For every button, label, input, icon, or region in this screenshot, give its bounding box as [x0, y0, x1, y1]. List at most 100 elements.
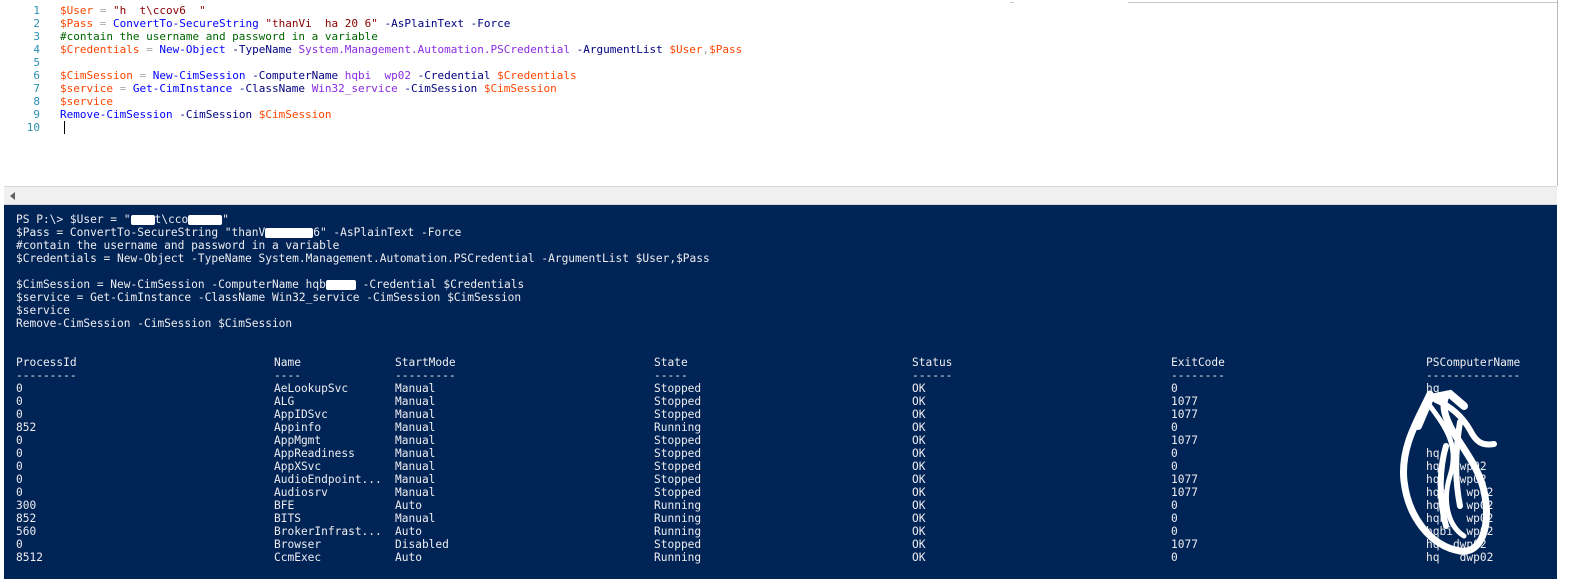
table-header-cell: PSComputerName [1426, 356, 1521, 369]
table-cell: Manual [395, 382, 436, 395]
line-number: 10 [26, 121, 40, 134]
redaction-mark [130, 215, 155, 225]
table-cell: OK [912, 538, 926, 551]
console-echo-line: Remove-CimSession -CimSession $CimSessio… [16, 317, 293, 330]
table-cell: CcmExec [274, 551, 322, 564]
redaction-mark [325, 280, 356, 290]
table-cell: 0 [1171, 447, 1178, 460]
table-cell: Running [654, 525, 702, 538]
table-cell: 8512 [16, 551, 43, 564]
table-cell: Stopped [654, 408, 702, 421]
table-cell: 0 [16, 434, 23, 447]
table-cell: 0 [16, 486, 23, 499]
table-cell: OK [912, 525, 926, 538]
line-number: 9 [33, 108, 40, 121]
table-cell: Manual [395, 395, 436, 408]
scroll-left-arrow-icon[interactable] [4, 187, 21, 204]
line-number: 6 [33, 69, 40, 82]
table-header-cell: Status [912, 356, 953, 369]
table-cell: Auto [395, 525, 422, 538]
table-cell: 1077 [1171, 395, 1198, 408]
table-cell: Browser [274, 538, 322, 551]
table-header-cell: ExitCode [1171, 356, 1225, 369]
table-cell: 0 [16, 473, 23, 486]
table-cell: OK [912, 460, 926, 473]
table-cell: Audiosrv [274, 486, 328, 499]
table-cell: Stopped [654, 538, 702, 551]
table-header-underline: ----- [654, 369, 688, 382]
editor-border [1128, 2, 1557, 3]
line-number: 3 [33, 30, 40, 43]
table-cell: 0 [16, 447, 23, 460]
table-cell: Running [654, 421, 702, 434]
table-cell: 1077 [1171, 538, 1198, 551]
script-editor[interactable]: 1 $User = "h t\ccov6 " 2 $Pass = ConvertTo-… [4, 0, 1558, 186]
table-cell: BITS [274, 512, 301, 525]
table-cell: 0 [16, 408, 23, 421]
table-cell: 560 [16, 525, 37, 538]
table-cell: Stopped [654, 447, 702, 460]
editor-horizontal-scrollbar[interactable] [4, 186, 1557, 205]
table-header-cell: ProcessId [16, 356, 77, 369]
table-cell: Running [654, 551, 702, 564]
table-cell: Manual [395, 486, 436, 499]
table-cell: AudioEndpoint... [274, 473, 382, 486]
text-caret [64, 121, 65, 134]
table-header-cell: StartMode [395, 356, 456, 369]
console-echo-line: $CimSession = New-CimSession -ComputerNa… [16, 278, 525, 291]
table-header-cell: State [654, 356, 688, 369]
table-cell: Manual [395, 512, 436, 525]
console-echo-line: $Credentials = New-Object -TypeName Syst… [16, 252, 710, 265]
table-cell: Running [654, 499, 702, 512]
table-cell: OK [912, 408, 926, 421]
table-cell: OK [912, 551, 926, 564]
table-cell: OK [912, 395, 926, 408]
table-cell: Stopped [654, 473, 702, 486]
table-cell: 1077 [1171, 486, 1198, 499]
line-number: 7 [33, 82, 40, 95]
console-echo-line: $service = Get-CimInstance -ClassName Wi… [16, 291, 522, 304]
code-text: $User = "h t\ccov6 " [60, 4, 206, 17]
table-cell: Manual [395, 408, 436, 421]
table-header-underline: ------ [912, 369, 953, 382]
table-header-cell: Name [274, 356, 301, 369]
redaction-scribble [1399, 389, 1497, 555]
table-cell: Appinfo [274, 421, 322, 434]
table-cell: 0 [16, 538, 23, 551]
table-cell: 0 [1171, 551, 1178, 564]
table-cell: Auto [395, 499, 422, 512]
table-cell: Stopped [654, 486, 702, 499]
table-cell: BFE [274, 499, 295, 512]
table-cell: 300 [16, 499, 37, 512]
table-cell: 0 [1171, 525, 1178, 538]
code-text: $Pass = ConvertTo-SecureString "thanVi h… [60, 17, 511, 30]
table-cell: Manual [395, 460, 436, 473]
table-cell: 0 [1171, 421, 1178, 434]
table-cell: AeLookupSvc [274, 382, 349, 395]
console-echo-line: PS P:\> $User = " t\cco " [16, 213, 229, 226]
table-cell: 852 [16, 421, 37, 434]
table-cell: 1077 [1171, 473, 1198, 486]
console-echo-line: #contain the username and password in a … [16, 239, 340, 252]
table-cell: Manual [395, 434, 436, 447]
code-text: $service [60, 95, 113, 108]
table-cell: ALG [274, 395, 295, 408]
line-number: 5 [33, 56, 40, 69]
table-cell: Manual [395, 447, 436, 460]
table-cell: 0 [16, 460, 23, 473]
table-cell: OK [912, 382, 926, 395]
table-cell: OK [912, 512, 926, 525]
table-cell: OK [912, 473, 926, 486]
table-cell: 852 [16, 512, 37, 525]
table-header-underline: --------- [16, 369, 77, 382]
table-cell: Stopped [654, 395, 702, 408]
redaction-mark [265, 228, 314, 238]
redaction-mark [188, 215, 223, 225]
table-cell: Manual [395, 473, 436, 486]
table-cell: AppXSvc [274, 460, 322, 473]
console-pane[interactable]: PS P:\> $User = " t\cco " $Pass = ConvertT… [4, 205, 1557, 579]
console-echo-line: $service [16, 304, 70, 317]
editor-border [1010, 2, 1014, 3]
table-cell: Stopped [654, 434, 702, 447]
console-echo-line: $Pass = ConvertTo-SecureString "thanV 6" … [16, 226, 462, 239]
